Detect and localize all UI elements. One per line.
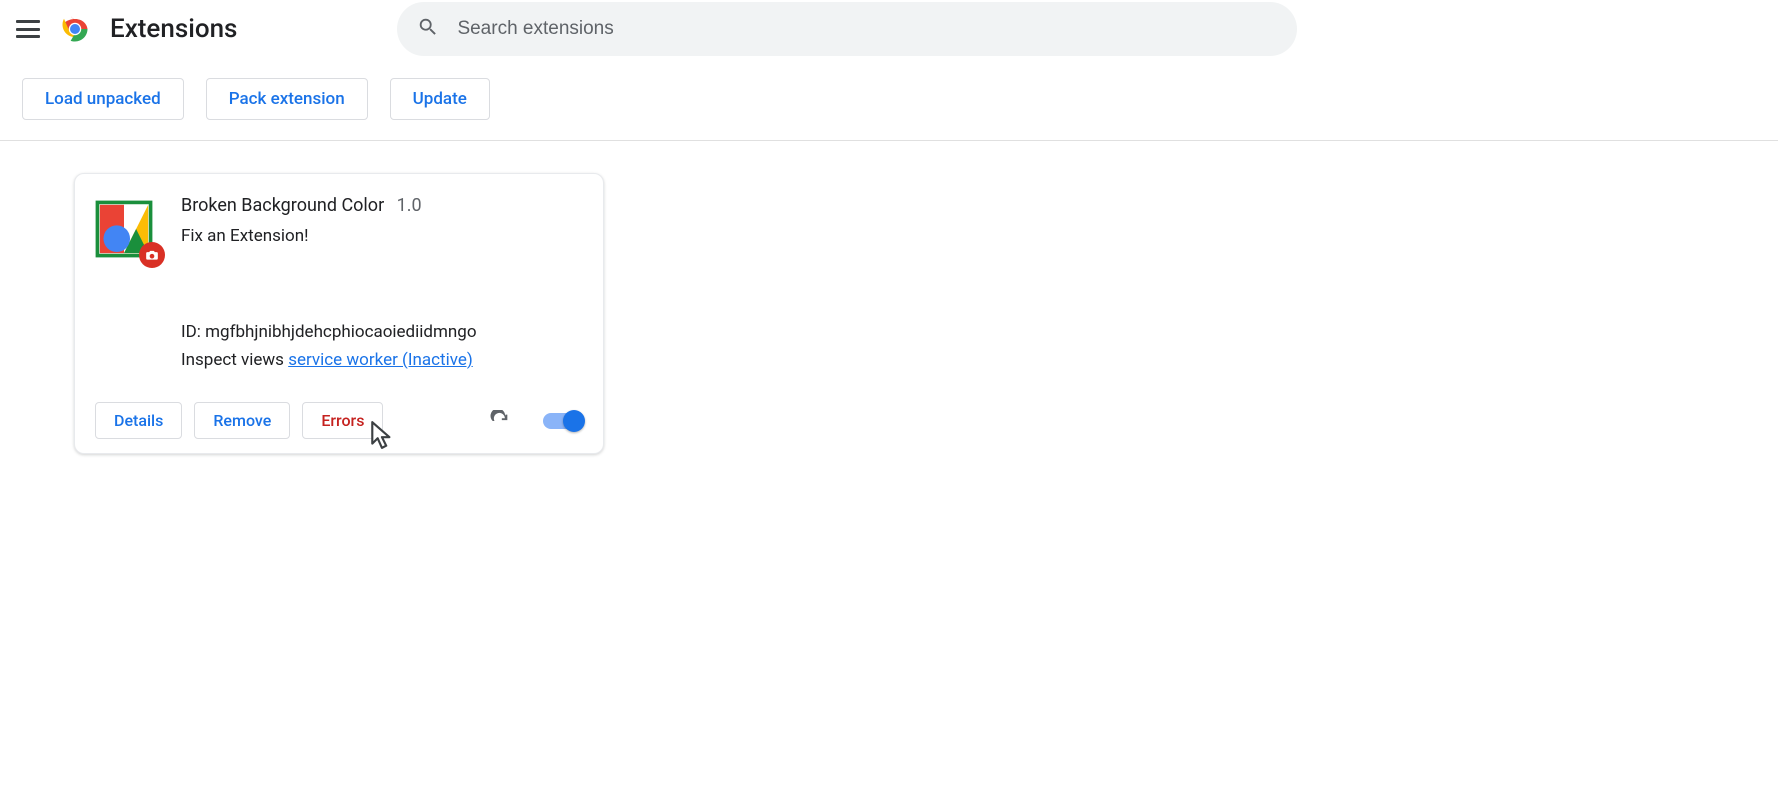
extension-card: Broken Background Color 1.0 Fix an Exten…: [74, 173, 604, 454]
details-button[interactable]: Details: [95, 402, 182, 439]
extension-title-row: Broken Background Color 1.0: [181, 194, 583, 218]
chrome-logo-icon: [60, 14, 90, 44]
reload-icon[interactable]: [489, 410, 511, 432]
hamburger-icon[interactable]: [16, 17, 40, 41]
search-box[interactable]: [397, 2, 1297, 56]
extension-version: 1.0: [397, 195, 422, 216]
extension-icon: [95, 200, 153, 258]
extensions-grid: Broken Background Color 1.0 Fix an Exten…: [0, 141, 1778, 454]
extension-id-label: ID:: [181, 322, 201, 342]
inspect-views-label: Inspect views: [181, 350, 284, 370]
remove-button[interactable]: Remove: [194, 402, 290, 439]
dev-toolbar: Load unpacked Pack extension Update: [0, 58, 1778, 141]
pack-extension-button[interactable]: Pack extension: [206, 78, 368, 120]
extension-id-value: mgfbhjnibhjdehcphiocaoiediidmngo: [205, 322, 476, 342]
app-header: Extensions: [0, 0, 1778, 58]
enable-toggle[interactable]: [543, 413, 583, 429]
search-input[interactable]: [455, 17, 1277, 41]
extension-inspect-row: Inspect views service worker (Inactive): [181, 346, 583, 374]
extension-id-row: ID: mgfbhjnibhjdehcphiocaoiediidmngo: [181, 318, 583, 346]
load-unpacked-button[interactable]: Load unpacked: [22, 78, 184, 120]
service-worker-link[interactable]: service worker (Inactive): [288, 350, 473, 370]
update-button[interactable]: Update: [390, 78, 490, 120]
errors-button[interactable]: Errors: [302, 402, 383, 439]
unpacked-badge-icon: [139, 242, 165, 268]
search-icon: [417, 16, 439, 42]
extension-description: Fix an Extension!: [181, 226, 583, 246]
extension-name: Broken Background Color: [181, 195, 384, 216]
page-title: Extensions: [110, 14, 237, 44]
